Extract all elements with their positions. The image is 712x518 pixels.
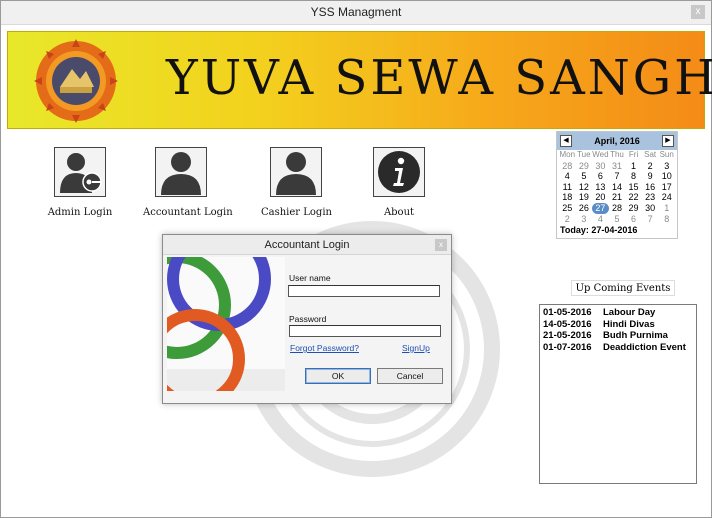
accountant-login-tile[interactable]: Accountant Login (143, 147, 233, 218)
events-title: Up Coming Events (571, 280, 675, 296)
banner-title: YUVA SEWA SANGH (166, 50, 712, 106)
calendar-day[interactable]: 21 (609, 192, 626, 203)
calendar-day[interactable]: 1 (625, 161, 642, 172)
calendar-day[interactable]: 24 (658, 192, 675, 203)
cashier-login-label: Cashier Login (261, 207, 332, 218)
admin-login-label: Admin Login (47, 207, 113, 218)
dialog-title: Accountant Login (264, 239, 350, 251)
username-label: User name (289, 273, 331, 283)
calendar-grid[interactable]: Mon Tue Wed Thu Fri Sat Sun 28 29 30 31 1 2 3 4 5 6 7 8 9 10… (557, 150, 677, 224)
calendar-weekday: Mon (559, 150, 576, 159)
calendar-day[interactable]: 20 (592, 192, 609, 203)
calendar-day[interactable]: 4 (559, 171, 576, 182)
username-input[interactable] (288, 285, 440, 297)
calendar-day[interactable]: 3 (658, 161, 675, 172)
calendar-day[interactable]: 10 (658, 171, 675, 182)
event-row[interactable]: 14-05-2016 Hindi Divas (543, 319, 693, 331)
dialog-title-bar[interactable]: Accountant Login x (163, 235, 451, 255)
calendar-weekday: Wed (592, 150, 609, 159)
calendar-weekday: Sat (644, 150, 657, 159)
calendar-day[interactable]: 19 (576, 192, 593, 203)
calendar-day[interactable]: 8 (658, 214, 675, 225)
about-label: About (383, 207, 415, 218)
admin-key-icon[interactable] (54, 147, 106, 197)
calendar-day[interactable]: 22 (625, 192, 642, 203)
signup-link[interactable]: SignUp (402, 343, 430, 353)
status-area (1, 487, 711, 517)
organization-logo (34, 39, 118, 123)
calendar-month-label: April, 2016 (594, 136, 640, 146)
calendar-day[interactable]: 11 (559, 182, 576, 193)
user-silhouette-icon[interactable] (155, 147, 207, 197)
calendar-day[interactable]: 30 (592, 161, 609, 172)
cancel-button[interactable]: Cancel (377, 368, 443, 384)
calendar-weekday: Fri (628, 150, 639, 159)
calendar-day[interactable]: 12 (576, 182, 593, 193)
calendar-day[interactable]: 18 (559, 192, 576, 203)
calendar-day[interactable]: 2 (642, 161, 659, 172)
calendar-day[interactable]: 28 (559, 161, 576, 172)
rings-decoration (167, 257, 285, 391)
event-row[interactable]: 01-05-2016 Labour Day (543, 307, 693, 319)
password-input[interactable] (289, 325, 441, 337)
calendar-day[interactable]: 23 (642, 192, 659, 203)
cashier-login-tile[interactable]: Cashier Login (261, 147, 332, 218)
calendar-day[interactable]: 14 (609, 182, 626, 193)
calendar-day[interactable]: 15 (625, 182, 642, 193)
calendar-next-button[interactable]: ▶ (662, 135, 674, 147)
calendar-day[interactable]: 30 (642, 203, 659, 214)
password-label: Password (289, 314, 327, 324)
calendar-day[interactable]: 28 (609, 203, 626, 214)
info-icon[interactable] (373, 147, 425, 197)
calendar-weekday: Sun (659, 150, 674, 159)
calendar-day[interactable]: 13 (592, 182, 609, 193)
ok-button[interactable]: OK (305, 368, 371, 384)
calendar-day[interactable]: 31 (609, 161, 626, 172)
admin-login-tile[interactable]: Admin Login (45, 147, 115, 218)
calendar-day[interactable]: 25 (559, 203, 576, 214)
accountant-login-label: Accountant Login (143, 207, 233, 218)
calendar-day[interactable]: 6 (625, 214, 642, 225)
calendar-day[interactable]: 4 (592, 214, 609, 225)
calendar-day-today[interactable]: 27 (592, 202, 609, 214)
calendar-day[interactable]: 5 (609, 214, 626, 225)
dialog-close-button[interactable]: x (435, 239, 447, 251)
event-row[interactable]: 21-05-2016 Budh Purnima (543, 330, 693, 342)
about-tile[interactable]: About (371, 147, 427, 218)
calendar-day[interactable]: 6 (592, 171, 609, 182)
title-bar[interactable]: YSS Managment x (1, 1, 711, 25)
calendar-day[interactable]: 7 (609, 171, 626, 182)
calendar-day[interactable]: 1 (658, 203, 675, 214)
calendar-day[interactable]: 26 (576, 203, 593, 214)
calendar-day[interactable]: 5 (576, 171, 593, 182)
forgot-password-link[interactable]: Forgot Password? (290, 343, 359, 353)
calendar-day[interactable]: 17 (658, 182, 675, 193)
user-silhouette-icon[interactable] (270, 147, 322, 197)
calendar-day[interactable]: 16 (642, 182, 659, 193)
calendar-day[interactable]: 3 (576, 214, 593, 225)
calendar-day[interactable]: 8 (625, 171, 642, 182)
calendar-header: ◀ April, 2016 ▶ (557, 132, 677, 150)
calendar-day[interactable]: 29 (576, 161, 593, 172)
window-close-button[interactable]: x (691, 5, 705, 19)
main-window: YSS Managment x YUVA SEWA SANGH Admin Lo… (0, 0, 712, 518)
header-banner: YUVA SEWA SANGH (7, 31, 712, 129)
calendar-day[interactable]: 2 (559, 214, 576, 225)
month-calendar[interactable]: ◀ April, 2016 ▶ Mon Tue Wed Thu Fri Sat Sun 28 2… (556, 131, 678, 239)
calendar-weekday: Thu (610, 150, 624, 159)
calendar-day[interactable]: 29 (625, 203, 642, 214)
calendar-day[interactable]: 7 (642, 214, 659, 225)
calendar-weekday: Tue (577, 150, 591, 159)
window-title: YSS Managment (310, 5, 402, 19)
events-list[interactable]: 01-05-2016 Labour Day 14-05-2016 Hindi Div… (539, 304, 697, 484)
accountant-login-dialog: Accountant Login x User name Password Fo… (162, 234, 452, 404)
calendar-day[interactable]: 9 (642, 171, 659, 182)
event-row[interactable]: 01-07-2016 Deaddiction Event (543, 342, 693, 354)
calendar-today-label[interactable]: Today: 27-04-2016 (560, 225, 677, 235)
